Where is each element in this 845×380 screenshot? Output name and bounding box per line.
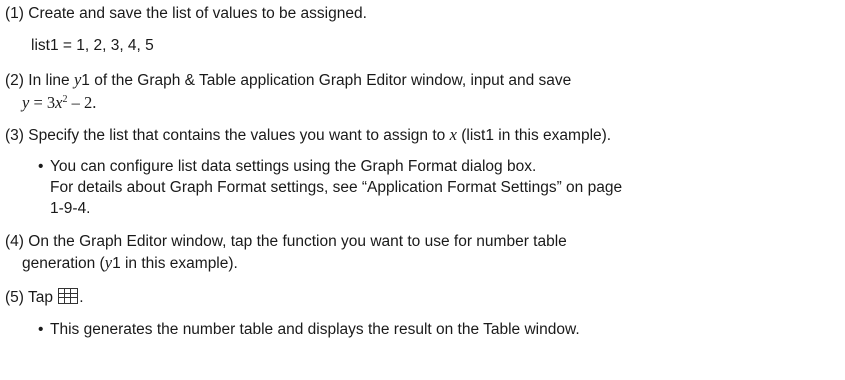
step-text-a: In line [28, 72, 74, 89]
step-3-line-1: (3) Specify the list that contains the v… [5, 125, 611, 146]
step-3-bullet-line-3: 1-9-4. [50, 199, 91, 219]
step-2-line-1: (2) In line y1 of the Graph & Table appl… [5, 70, 571, 91]
equation-part: = 3 [29, 93, 56, 113]
step-4-line-1: (4) On the Graph Editor window, tap the … [5, 232, 567, 252]
step-1-line-2: list1 = 1, 2, 3, 4, 5 [31, 36, 154, 56]
step-3-bullet-line-1: • You can configure list data settings us… [38, 157, 536, 177]
bullet-icon: • [38, 158, 44, 175]
step-number: (2) [5, 72, 24, 89]
step-text-a: Specify the list that contains the value… [28, 127, 450, 144]
table-icon [58, 288, 79, 304]
step-4-line-2: generation (y1 in this example). [22, 253, 238, 274]
step-text-a: Tap [27, 289, 58, 306]
step-number: (3) [5, 127, 24, 144]
step-number: (1) [5, 5, 24, 22]
step-5-line-1: (5) Tap . [5, 288, 84, 308]
step-1-line-1: (1) Create and save the list of values t… [5, 4, 367, 24]
math-variable: y [104, 253, 113, 272]
step-3-bullet-line-2: For details about Graph Format settings,… [50, 178, 622, 198]
equation-part: – 2. [67, 93, 97, 113]
step-number: (4) [5, 233, 24, 250]
step-2-line-2: y = 3x2 – 2. [22, 90, 96, 114]
math-variable: x [449, 125, 457, 144]
bullet-text: For details about Graph Format settings,… [50, 179, 623, 196]
step-text: Create and save the list of values to be… [28, 5, 367, 22]
step-text-a: generation ( [22, 255, 105, 272]
step-text-b: . [79, 289, 84, 306]
step-number: (5) [5, 289, 24, 306]
step-text-b: 1 in this example). [112, 255, 238, 272]
step-text-b: 1 of the Graph & Table application Graph… [81, 72, 572, 89]
bullet-icon: • [38, 321, 44, 338]
bullet-text: This generates the number table and disp… [50, 321, 580, 338]
step-5-bullet-line-1: • This generates the number table and dis… [38, 320, 580, 340]
step-text-b: (list1 in this example). [456, 127, 612, 144]
bullet-text: You can configure list data settings usi… [50, 158, 537, 175]
document-page: (1) Create and save the list of values t… [0, 0, 845, 380]
step-text: On the Graph Editor window, tap the func… [28, 233, 567, 250]
page-reference: 1-9-4. [50, 200, 91, 217]
list-definition: list1 = 1, 2, 3, 4, 5 [31, 37, 154, 54]
